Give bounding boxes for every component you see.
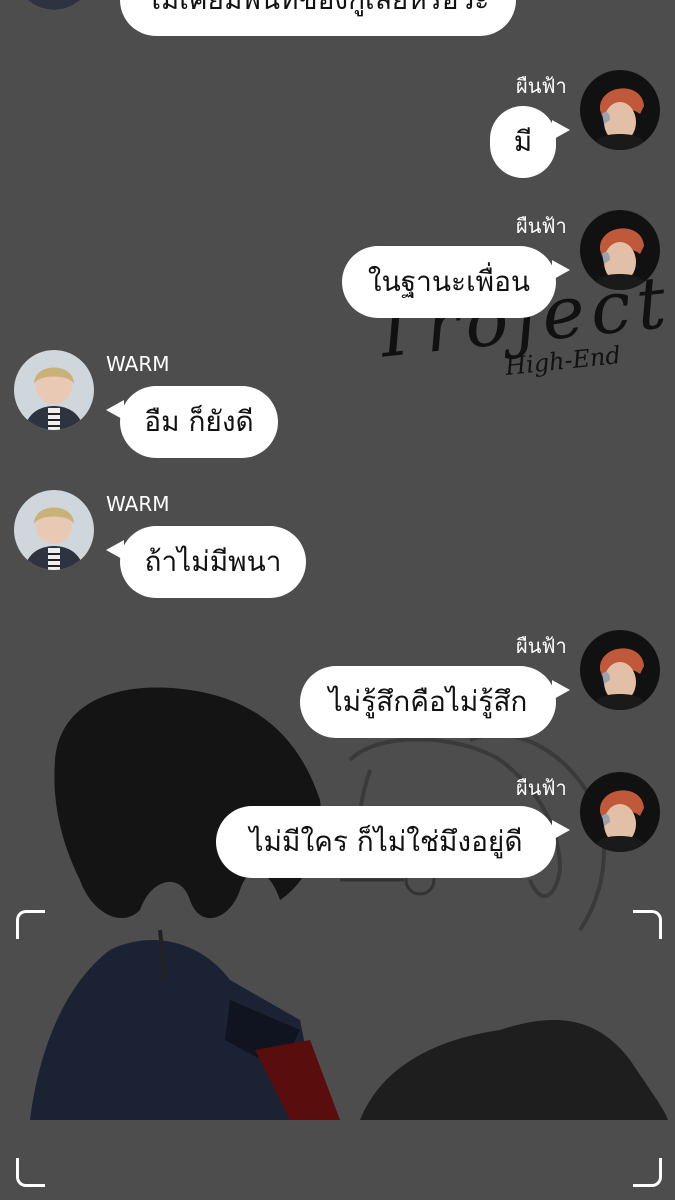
background-illustration bbox=[30, 687, 668, 1120]
message-text: ในฐานะเพื่อน bbox=[367, 265, 531, 298]
message-bubble[interactable]: ไม่เคยมีพื้นที่ของกูเลยหรือวะ bbox=[120, 0, 516, 36]
frame-corner-bottom-left bbox=[16, 1158, 45, 1187]
avatar-puenfa[interactable] bbox=[580, 70, 660, 150]
sender-name: ผืนฟ้า bbox=[516, 74, 567, 98]
avatar-warm[interactable] bbox=[14, 490, 94, 570]
sender-name: ผืนฟ้า bbox=[516, 634, 567, 658]
message-bubble[interactable]: ถ้าไม่มีพนา bbox=[106, 526, 306, 598]
avatar-puenfa[interactable] bbox=[580, 630, 660, 710]
message-bubble[interactable]: ไม่มีใคร ก็ไม่ใช่มึงอยู่ดี bbox=[216, 806, 570, 878]
message-bubble[interactable]: อืม ก็ยังดี bbox=[106, 386, 278, 458]
avatar-warm[interactable] bbox=[14, 350, 94, 430]
message-text: ไม่มีใคร ก็ไม่ใช่มึงอยู่ดี bbox=[249, 825, 523, 858]
sender-name: ผืนฟ้า bbox=[516, 776, 567, 800]
frame-corner-top-right bbox=[633, 910, 662, 939]
frame-corner-top-left bbox=[16, 910, 45, 939]
sender-name: ผืนฟ้า bbox=[516, 214, 567, 238]
chat-screen: Troject High-End ไม่เคยมีพื้นที่ของกูเลย… bbox=[0, 0, 675, 1200]
message-text: อืม ก็ยังดี bbox=[144, 405, 254, 438]
sender-name: WARM bbox=[106, 492, 170, 516]
message-text: ไม่เคยมีพื้นที่ของกูเลยหรือวะ bbox=[147, 0, 490, 16]
message-row: ไม่เคยมีพื้นที่ของกูเลยหรือวะ bbox=[0, 0, 675, 40]
sender-name: WARM bbox=[106, 352, 170, 376]
frame-corner-bottom-right bbox=[633, 1158, 662, 1187]
avatar-puenfa[interactable] bbox=[580, 772, 660, 852]
message-bubble[interactable]: มี bbox=[490, 106, 570, 178]
message-bubble[interactable]: ไม่รู้สึกคือไม่รู้สึก bbox=[300, 666, 570, 738]
avatar-warm[interactable] bbox=[14, 0, 94, 10]
message-text: ถ้าไม่มีพนา bbox=[144, 545, 282, 578]
message-text: มี bbox=[513, 125, 533, 158]
avatar-puenfa[interactable] bbox=[580, 210, 660, 290]
message-bubble[interactable]: ในฐานะเพื่อน bbox=[342, 246, 570, 318]
message-text: ไม่รู้สึกคือไม่รู้สึก bbox=[328, 685, 528, 718]
